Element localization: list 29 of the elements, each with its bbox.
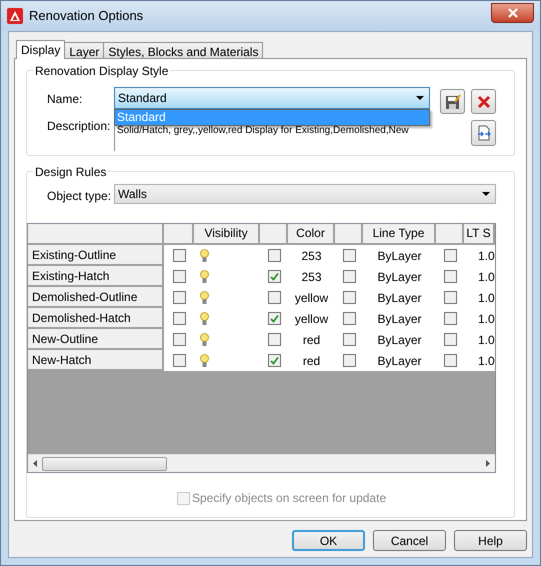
field-label: Object type: <box>47 188 112 205</box>
table-cell-text: ByLayer <box>377 332 422 348</box>
table-cell-text: 1.0 <box>477 310 495 328</box>
field-label: Name: <box>47 91 82 108</box>
table-cell-text: yellow <box>294 290 328 306</box>
row-header: Demolished-Hatch <box>31 310 131 326</box>
row-header: Existing-Outline <box>31 246 116 264</box>
row-header: Existing-Hatch <box>31 268 110 284</box>
table-cell-text: ByLayer <box>377 310 422 328</box>
table-cell-text: ByLayer <box>377 248 422 264</box>
table-cell-text: ByLayer <box>377 352 422 370</box>
field-label: Description: <box>47 118 110 135</box>
table-cell-text: 1.0 <box>477 332 495 348</box>
table-cell-text: 253 <box>301 248 322 264</box>
table-cell-text: 253 <box>301 268 322 286</box>
row-header: New-Outline <box>31 330 98 348</box>
row-header: Demolished-Outline <box>31 288 138 306</box>
table-cell-text: red <box>302 332 320 348</box>
window-title: Renovation Options <box>29 7 144 26</box>
table-cell-text: 1.0 <box>477 290 495 306</box>
table-cell-text: 1.0 <box>477 268 495 286</box>
table-cell-text: red <box>302 352 320 370</box>
table-cell-text: ByLayer <box>377 268 422 286</box>
checkbox-label: Specify objects on screen for update <box>192 490 386 507</box>
row-header: New-Hatch <box>31 352 92 368</box>
table-cell-text: ByLayer <box>377 290 422 306</box>
table-cell-text: yellow <box>294 310 328 328</box>
table-cell-text: 1.0 <box>477 352 495 370</box>
table-cell-text: 1.0 <box>477 248 495 264</box>
